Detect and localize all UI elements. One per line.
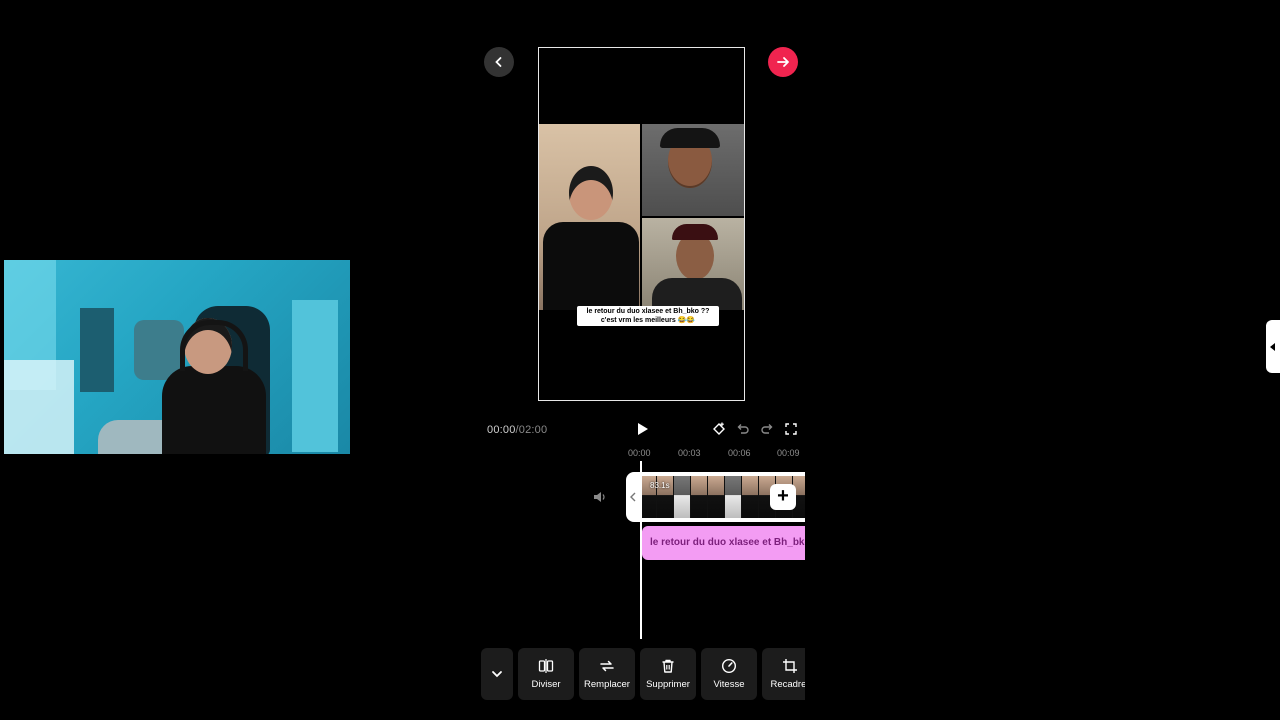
speed-label: Vitesse bbox=[713, 679, 745, 690]
video-tile-top-right bbox=[642, 124, 744, 216]
speed-icon bbox=[721, 658, 737, 674]
person-shirt bbox=[543, 222, 639, 310]
webcam-overlay bbox=[4, 260, 350, 454]
timecode-total: /02:00 bbox=[515, 424, 548, 436]
webcam-desk bbox=[4, 360, 74, 454]
text-track-clip[interactable]: le retour du duo xlasee et Bh_bko bbox=[642, 526, 805, 560]
undo-icon[interactable] bbox=[735, 421, 751, 437]
playhead[interactable] bbox=[640, 461, 642, 639]
split-label: Diviser bbox=[531, 679, 561, 690]
video-tile-left bbox=[539, 124, 640, 310]
clip-trim-handle[interactable] bbox=[626, 472, 640, 522]
next-button[interactable] bbox=[768, 47, 798, 77]
clip-thumbnail bbox=[708, 476, 725, 518]
ruler-tick: 00:06 bbox=[728, 448, 751, 458]
replace-label: Remplacer bbox=[584, 679, 630, 690]
video-tile-bottom-right bbox=[642, 218, 744, 310]
play-icon[interactable] bbox=[633, 420, 651, 438]
arrow-right-icon bbox=[777, 57, 789, 67]
timecode-current: 00:00 bbox=[487, 424, 516, 436]
replace-button[interactable]: Remplacer bbox=[579, 648, 635, 700]
webcam-person-body bbox=[162, 366, 266, 454]
caption-line-2: c'est vrm les meilleurs 😂😂 bbox=[600, 317, 696, 324]
clip-thumbnail bbox=[691, 476, 708, 518]
webcam-door bbox=[292, 300, 338, 452]
crop-button[interactable]: Recadrer bbox=[762, 648, 805, 700]
clip-thumbnail bbox=[742, 476, 759, 518]
timecode: 00:00/02:00 bbox=[487, 424, 547, 436]
clip-thumbnail bbox=[674, 476, 691, 518]
collapse-toolbar-button[interactable] bbox=[481, 648, 513, 700]
crop-icon bbox=[783, 659, 797, 673]
clip-duration: 83.1s bbox=[650, 481, 670, 490]
edit-toolbar: Diviser Remplacer Supprimer Vitesse Reca… bbox=[481, 648, 805, 700]
webcam-shelf bbox=[80, 308, 114, 392]
split-button[interactable]: Diviser bbox=[518, 648, 574, 700]
caption-line-1: le retour du duo xlasee et Bh_bko ?? bbox=[586, 308, 710, 315]
back-button[interactable] bbox=[484, 47, 514, 77]
keyframe-icon[interactable] bbox=[711, 421, 727, 437]
side-panel-handle[interactable] bbox=[1266, 320, 1280, 373]
replace-icon bbox=[600, 660, 614, 672]
person-cap bbox=[672, 224, 718, 240]
volume-icon[interactable] bbox=[592, 489, 608, 505]
ruler-tick: 00:00 bbox=[628, 448, 651, 458]
webcam-headset bbox=[180, 320, 248, 371]
trash-icon bbox=[662, 659, 674, 673]
redo-icon[interactable] bbox=[759, 421, 775, 437]
fullscreen-icon[interactable] bbox=[783, 421, 799, 437]
delete-button[interactable]: Supprimer bbox=[640, 648, 696, 700]
person-face bbox=[569, 166, 613, 220]
chevron-down-icon bbox=[492, 671, 502, 678]
add-clip-button[interactable]: + bbox=[770, 484, 796, 510]
crop-label: Recadrer bbox=[770, 679, 805, 690]
clip-thumbnail bbox=[725, 476, 742, 518]
split-icon bbox=[538, 659, 554, 673]
delete-label: Supprimer bbox=[646, 679, 690, 690]
chevron-left-icon bbox=[630, 492, 636, 502]
caret-left-icon bbox=[1270, 342, 1275, 351]
person-hair bbox=[660, 128, 720, 148]
chevron-left-icon bbox=[495, 57, 502, 67]
ruler-tick: 00:09 bbox=[777, 448, 800, 458]
speed-button[interactable]: Vitesse bbox=[701, 648, 757, 700]
video-caption: le retour du duo xlasee et Bh_bko ?? c'e… bbox=[577, 306, 719, 326]
ruler-tick: 00:03 bbox=[678, 448, 701, 458]
video-preview[interactable]: le retour du duo xlasee et Bh_bko ?? c'e… bbox=[538, 47, 745, 401]
